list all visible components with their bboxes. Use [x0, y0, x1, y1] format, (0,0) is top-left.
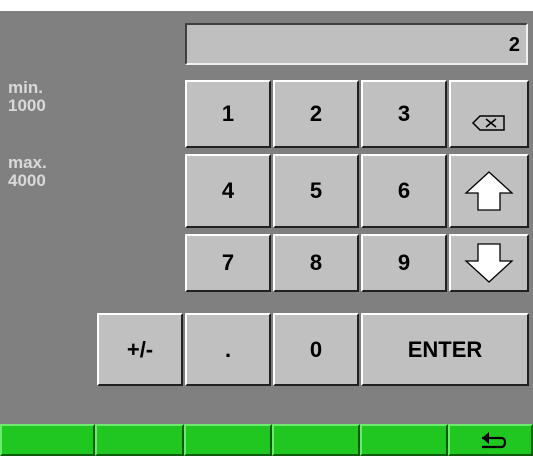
function-key-5[interactable] — [360, 424, 448, 456]
key-6[interactable]: 6 — [361, 154, 447, 228]
key-4[interactable]: 4 — [185, 154, 271, 228]
down-button[interactable] — [449, 234, 529, 292]
function-key-4[interactable] — [272, 424, 360, 456]
function-key-1[interactable] — [0, 424, 95, 456]
max-label: max. — [8, 153, 47, 172]
backspace-button[interactable] — [449, 80, 529, 148]
key-3[interactable]: 3 — [361, 80, 447, 148]
up-button[interactable] — [449, 154, 529, 228]
value-display: 2 — [185, 23, 528, 65]
key-1[interactable]: 1 — [185, 80, 271, 148]
key-0[interactable]: 0 — [273, 313, 359, 386]
arrow-up-icon — [463, 169, 515, 213]
back-button[interactable] — [448, 424, 533, 456]
key-9[interactable]: 9 — [361, 234, 447, 292]
key-2[interactable]: 2 — [273, 80, 359, 148]
arrow-down-icon — [463, 241, 515, 285]
numeric-keypad-screen: min. 1000 max. 4000 2 1 2 3 4 5 6 7 8 9 — [0, 0, 533, 456]
function-key-2[interactable] — [95, 424, 184, 456]
min-label: min. — [8, 78, 43, 97]
return-arrow-icon — [474, 428, 508, 455]
enter-button[interactable]: ENTER — [361, 313, 529, 386]
display-value: 2 — [508, 34, 520, 56]
max-value: 4000 — [8, 171, 46, 190]
function-key-3[interactable] — [184, 424, 272, 456]
key-8[interactable]: 8 — [273, 234, 359, 292]
backspace-icon — [471, 114, 507, 132]
key-7[interactable]: 7 — [185, 234, 271, 292]
decimal-point-button[interactable]: . — [185, 313, 271, 386]
min-value: 1000 — [8, 96, 46, 115]
key-5[interactable]: 5 — [273, 154, 359, 228]
sign-toggle-button[interactable]: +/- — [97, 313, 183, 386]
